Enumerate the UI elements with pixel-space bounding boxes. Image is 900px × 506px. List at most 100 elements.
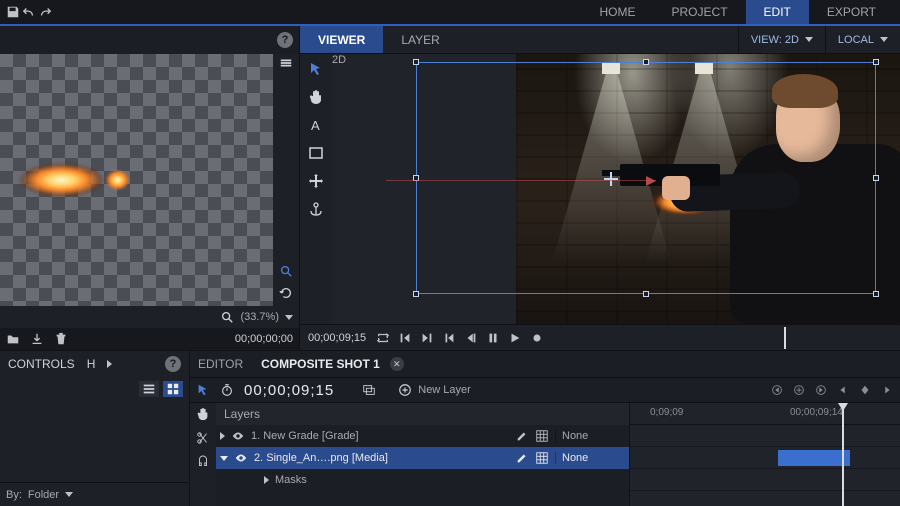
fx-icon[interactable] — [535, 429, 549, 443]
zoom-row: (33.7%) — [0, 306, 299, 328]
chevron-down-icon — [805, 37, 813, 42]
top-toolbar: HOME PROJECT EDIT EXPORT — [0, 0, 900, 24]
search-toggle-icon[interactable] — [279, 264, 293, 278]
anchor-crosshair[interactable] — [604, 172, 618, 186]
timeline[interactable]: 0;09;09 00;00;09;14 — [630, 403, 900, 506]
import-icon[interactable] — [30, 332, 44, 346]
play-icon[interactable] — [508, 331, 522, 345]
save-icon[interactable] — [6, 5, 20, 19]
redo-icon[interactable] — [38, 5, 52, 19]
layers-view-icon[interactable] — [279, 56, 293, 70]
nav-project[interactable]: PROJECT — [654, 0, 746, 24]
preview-tools — [273, 54, 299, 306]
layer-2-blend[interactable]: None — [555, 452, 625, 464]
snap-tool-icon[interactable] — [196, 455, 210, 469]
playbar-track[interactable] — [554, 325, 892, 351]
select-tool-icon[interactable] — [307, 60, 325, 78]
muzzle-flash-preview — [0, 150, 155, 210]
tab-overflow-icon[interactable] — [107, 360, 112, 368]
layer-row-2[interactable]: 2. Single_An….png [Media] None — [216, 447, 629, 469]
help-icon[interactable]: ? — [277, 32, 293, 48]
diamond-icon[interactable] — [858, 383, 872, 397]
preview-canvas[interactable] — [0, 54, 273, 306]
expand-icon[interactable] — [220, 456, 228, 461]
viewer-2d-badge[interactable]: 2D — [332, 54, 346, 324]
viewer-panel: VIEWER LAYER VIEW: 2D LOCAL A 2D — [300, 26, 900, 350]
help-icon[interactable]: ? — [165, 356, 181, 372]
nav-edit[interactable]: EDIT — [746, 0, 809, 24]
in-point-icon[interactable] — [398, 331, 412, 345]
anchor-tool-icon[interactable] — [307, 200, 325, 218]
playhead[interactable] — [842, 403, 844, 506]
tab-editor[interactable]: EDITOR — [198, 357, 243, 371]
tab-layer[interactable]: LAYER — [383, 26, 457, 53]
timeline-ruler[interactable]: 0;09;09 00;00;09;14 — [630, 403, 900, 425]
visibility-icon[interactable] — [234, 451, 248, 465]
edit-icon[interactable] — [515, 451, 529, 465]
viewer-tabs: VIEWER LAYER VIEW: 2D LOCAL — [300, 26, 900, 54]
track-masks[interactable] — [630, 469, 900, 491]
trash-icon[interactable] — [54, 332, 68, 346]
refresh-icon[interactable] — [279, 286, 293, 300]
layer-1-label: 1. New Grade [Grade] — [251, 430, 509, 442]
text-tool-icon[interactable]: A — [307, 116, 325, 134]
out-point-icon[interactable] — [420, 331, 434, 345]
media-clip[interactable] — [778, 450, 850, 466]
tab-history[interactable]: H — [87, 357, 96, 371]
timeline-timecode[interactable]: 00;00;09;15 — [244, 382, 334, 399]
loop-icon[interactable] — [376, 331, 390, 345]
edit-icon[interactable] — [515, 429, 529, 443]
kf-prev-icon[interactable] — [770, 383, 784, 397]
tab-viewer[interactable]: VIEWER — [300, 26, 383, 53]
hand-tool-icon[interactable] — [196, 407, 210, 421]
stopwatch-icon[interactable] — [220, 383, 234, 397]
track-2[interactable] — [630, 447, 900, 469]
tab-controls[interactable]: CONTROLS — [8, 357, 75, 371]
kf-add-icon[interactable] — [792, 383, 806, 397]
step-back-icon[interactable] — [464, 331, 478, 345]
controls-panel: CONTROLS H ? By: Folder — [0, 351, 190, 506]
playhead-mini[interactable] — [784, 327, 786, 349]
composite-icon[interactable] — [362, 383, 376, 397]
close-tab-icon[interactable]: ✕ — [390, 357, 404, 371]
layer-1-blend[interactable]: None — [555, 430, 625, 442]
prev-keyframe-icon[interactable] — [442, 331, 456, 345]
fx-icon[interactable] — [535, 451, 549, 465]
diamond-next-icon[interactable] — [880, 383, 894, 397]
move-tool-icon[interactable] — [307, 172, 325, 190]
expand-icon[interactable] — [264, 476, 269, 484]
sort-az-icon[interactable] — [169, 488, 183, 502]
slice-tool-icon[interactable] — [196, 431, 210, 445]
list-view-icon[interactable] — [139, 381, 159, 397]
new-layer-button[interactable]: New Layer — [398, 383, 471, 397]
record-icon[interactable] — [530, 331, 544, 345]
viewer-canvas[interactable] — [346, 54, 900, 324]
magnifier-icon[interactable] — [220, 310, 234, 324]
undo-icon[interactable] — [22, 5, 36, 19]
track-1[interactable] — [630, 425, 900, 447]
sort-by-value[interactable]: Folder — [28, 489, 59, 501]
hand-tool-icon[interactable] — [307, 88, 325, 106]
masks-row[interactable]: Masks — [216, 469, 629, 491]
zoom-dropdown-icon[interactable] — [285, 315, 293, 320]
grid-view-icon[interactable] — [163, 381, 183, 397]
nav-export[interactable]: EXPORT — [809, 0, 894, 24]
tab-composite-shot[interactable]: COMPOSITE SHOT 1 — [261, 357, 380, 371]
nav-home[interactable]: HOME — [582, 0, 654, 24]
visibility-icon[interactable] — [231, 429, 245, 443]
view-mode-select[interactable]: VIEW: 2D — [738, 26, 825, 53]
space-select[interactable]: LOCAL — [825, 26, 900, 53]
expand-icon[interactable] — [220, 432, 225, 440]
layer-row-1[interactable]: 1. New Grade [Grade] None — [216, 425, 629, 447]
timeline-panel: EDITOR COMPOSITE SHOT 1 ✕ 00;00;09;15 Ne… — [190, 351, 900, 506]
shape-tool-icon[interactable] — [307, 144, 325, 162]
select-tool-icon[interactable] — [196, 383, 210, 397]
svg-text:A: A — [311, 118, 320, 133]
diamond-prev-icon[interactable] — [836, 383, 850, 397]
new-folder-icon[interactable] — [6, 332, 20, 346]
pause-icon[interactable] — [486, 331, 500, 345]
direction-arrow — [646, 176, 656, 186]
kf-next-icon[interactable] — [814, 383, 828, 397]
chevron-down-icon[interactable] — [65, 492, 73, 497]
motion-path — [386, 180, 656, 181]
